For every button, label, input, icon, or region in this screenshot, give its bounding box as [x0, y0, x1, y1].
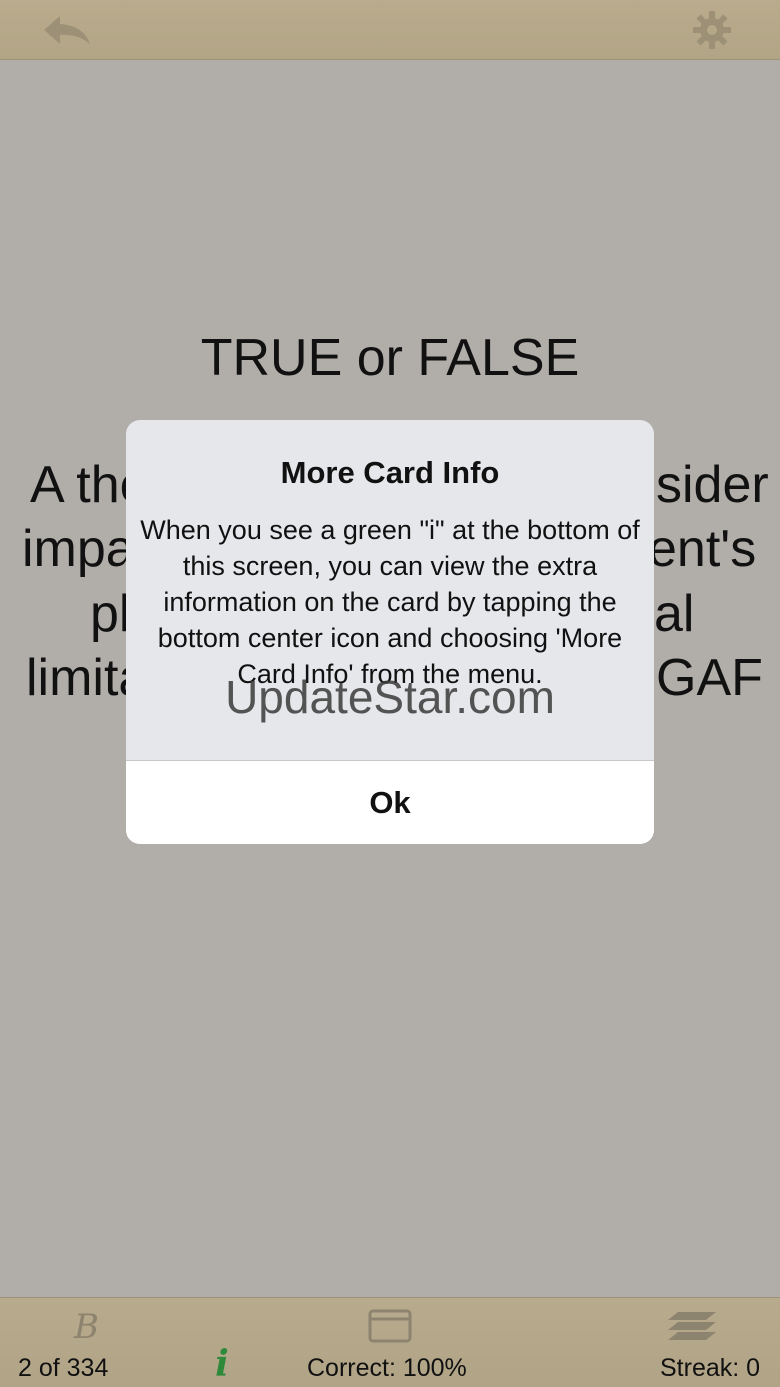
- ok-button[interactable]: Ok: [126, 761, 654, 844]
- card-text-fragment: impa: [22, 520, 135, 578]
- bottom-bar: B 2 of 334 i Correct: 100% Streak: 0: [0, 1297, 780, 1387]
- streak-label: Streak: 0: [660, 1354, 761, 1382]
- card-icon[interactable]: [367, 1308, 413, 1344]
- card-text-fragment: pl: [90, 585, 131, 643]
- gear-icon[interactable]: [690, 8, 734, 52]
- b-script-icon[interactable]: B: [70, 1306, 106, 1347]
- progress-label: 2 of 334: [18, 1354, 109, 1382]
- alert-message: When you see a green "i" at the bottom o…: [140, 515, 640, 689]
- more-info-icon[interactable]: i: [210, 1344, 234, 1384]
- card-text-fragment: al: [654, 585, 695, 643]
- svg-text:B: B: [73, 1307, 99, 1346]
- top-bar: [0, 0, 780, 60]
- card-title: TRUE or FALSE: [200, 329, 580, 387]
- correct-label: Correct: 100%: [307, 1354, 467, 1382]
- card-text-fragment: ent's: [648, 520, 757, 578]
- alert-title: More Card Info: [280, 455, 500, 490]
- watermark: UpdateStar.com: [225, 671, 555, 723]
- back-arrow-icon[interactable]: [38, 10, 94, 50]
- stack-icon[interactable]: [664, 1308, 720, 1344]
